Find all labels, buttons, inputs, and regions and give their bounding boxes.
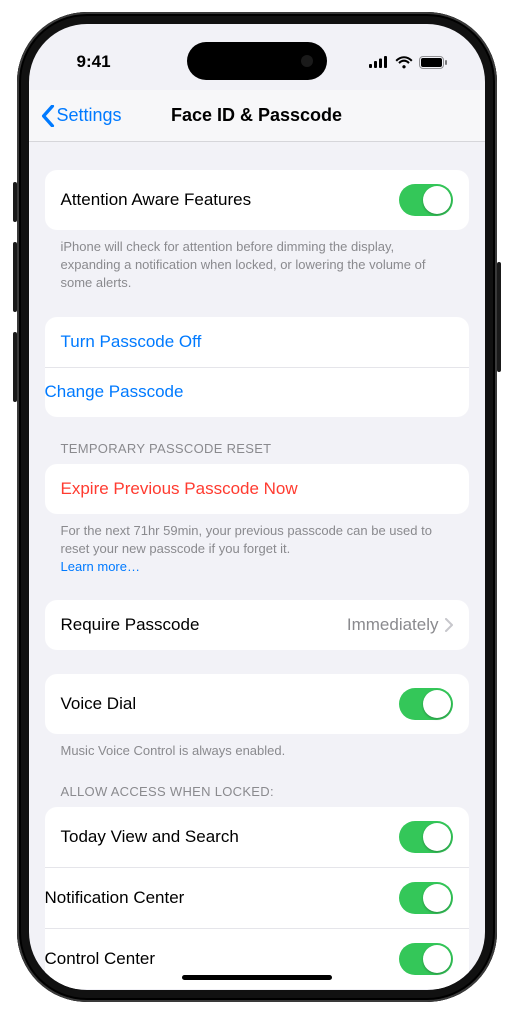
screen: 9:41 Settings Face ID & Passcode Attenti: [29, 24, 485, 990]
chevron-left-icon: [41, 105, 55, 127]
chevron-right-icon: [445, 618, 453, 632]
dynamic-island: [187, 42, 327, 80]
attention-footer: iPhone will check for attention before d…: [45, 230, 469, 293]
notification-center-row[interactable]: Notification Center: [45, 867, 469, 928]
wifi-icon: [395, 56, 413, 69]
status-time: 9:41: [77, 52, 111, 72]
turn-passcode-off-button[interactable]: Turn Passcode Off: [45, 317, 469, 367]
voice-dial-footer: Music Voice Control is always enabled.: [45, 734, 469, 760]
attention-aware-row[interactable]: Attention Aware Features: [45, 170, 469, 230]
nav-bar: Settings Face ID & Passcode: [29, 90, 485, 142]
home-indicator[interactable]: [182, 975, 332, 980]
attention-aware-toggle[interactable]: [399, 184, 453, 216]
require-passcode-value: Immediately: [347, 615, 439, 635]
require-passcode-label: Require Passcode: [61, 615, 200, 635]
notification-center-toggle[interactable]: [399, 882, 453, 914]
control-center-toggle[interactable]: [399, 943, 453, 975]
iphone-frame: 9:41 Settings Face ID & Passcode Attenti: [17, 12, 497, 1002]
cellular-icon: [369, 56, 389, 68]
battery-icon: [419, 56, 447, 69]
change-passcode-button[interactable]: Change Passcode: [45, 367, 469, 417]
back-label: Settings: [57, 105, 122, 126]
voice-dial-toggle[interactable]: [399, 688, 453, 720]
temp-reset-footer: For the next 71hr 59min, your previous p…: [45, 514, 469, 577]
learn-more-link[interactable]: Learn more…: [61, 559, 140, 574]
today-view-row[interactable]: Today View and Search: [45, 807, 469, 867]
voice-dial-row[interactable]: Voice Dial: [45, 674, 469, 734]
attention-aware-label: Attention Aware Features: [61, 190, 252, 210]
allow-access-header: ALLOW ACCESS WHEN LOCKED:: [45, 784, 469, 807]
today-view-toggle[interactable]: [399, 821, 453, 853]
control-center-row[interactable]: Control Center: [45, 928, 469, 989]
require-passcode-row[interactable]: Require Passcode Immediately: [45, 600, 469, 650]
voice-dial-label: Voice Dial: [61, 694, 137, 714]
status-icons: [369, 56, 447, 69]
back-button[interactable]: Settings: [29, 105, 122, 127]
temp-reset-header: TEMPORARY PASSCODE RESET: [45, 441, 469, 464]
expire-previous-passcode-button[interactable]: Expire Previous Passcode Now: [45, 464, 469, 514]
